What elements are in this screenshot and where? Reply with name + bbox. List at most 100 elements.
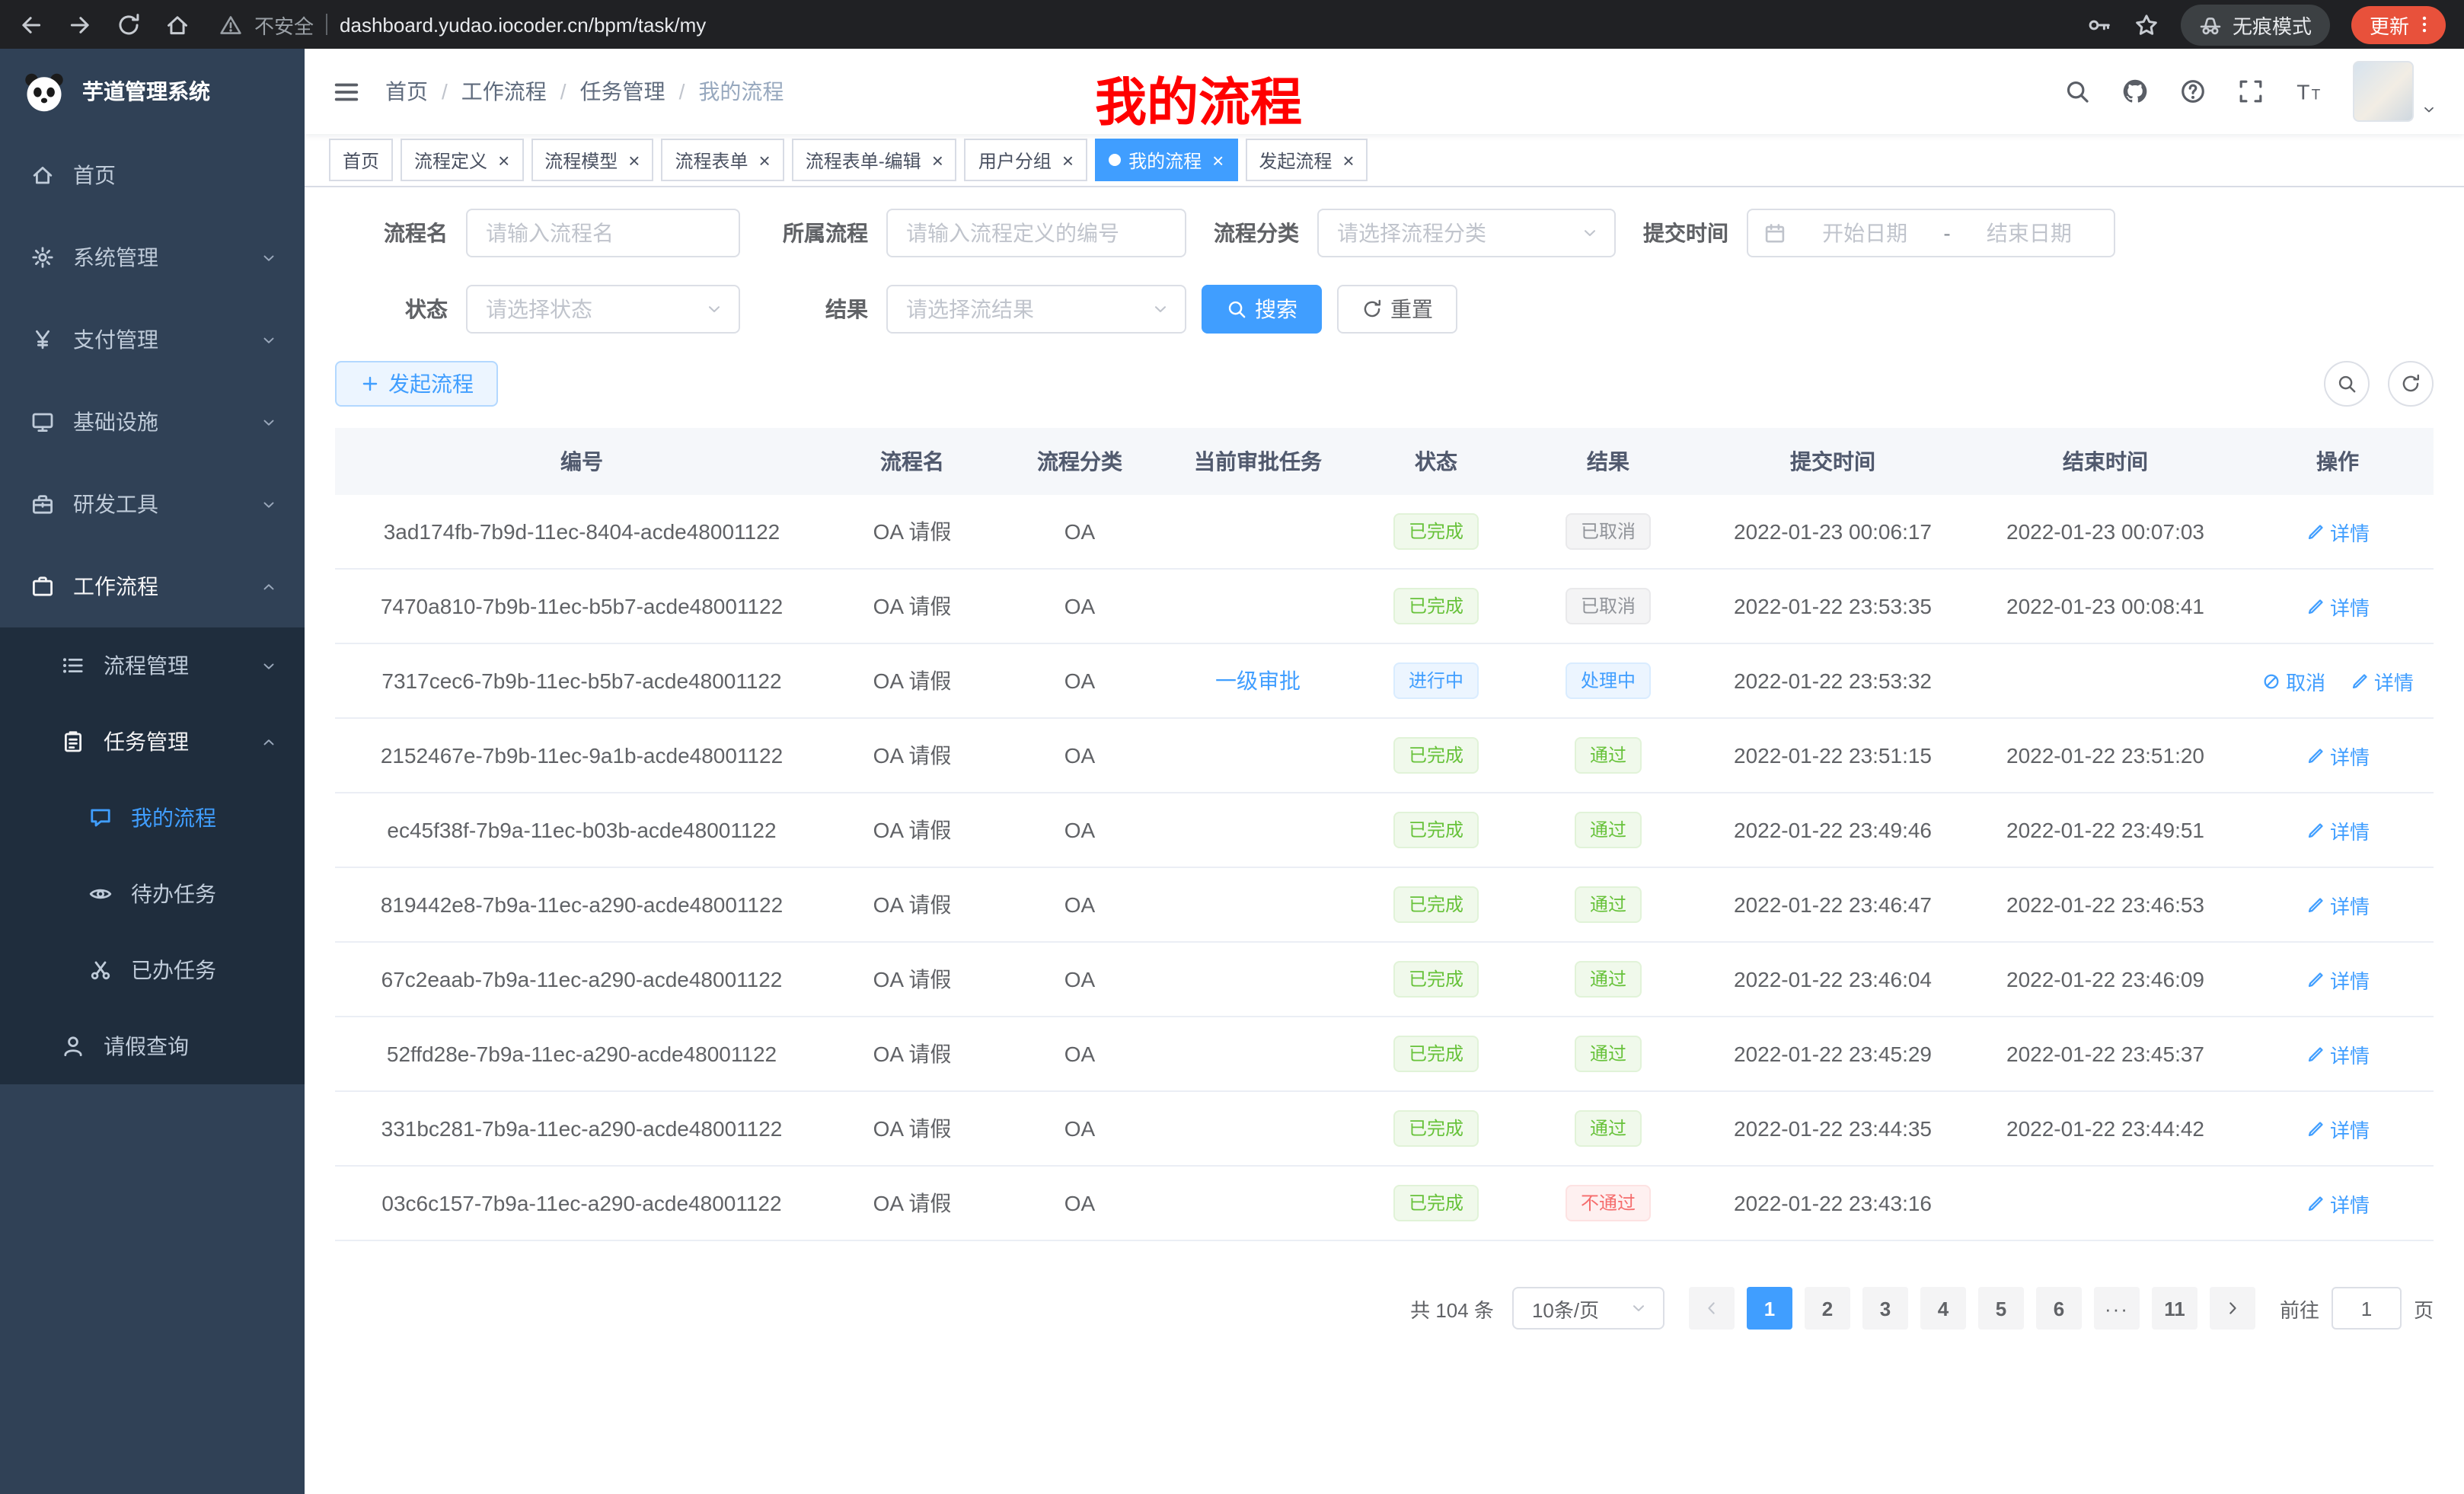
tab-close-icon[interactable]: × <box>759 150 771 170</box>
browser-home-icon[interactable] <box>164 11 190 37</box>
detail-link[interactable]: 详情 <box>2306 1039 2370 1068</box>
url-text[interactable]: dashboard.yudao.iocoder.cn/bpm/task/my <box>340 13 706 36</box>
end-date-placeholder[interactable]: 结束日期 <box>1960 218 2099 248</box>
page-button[interactable]: 6 <box>2036 1287 2082 1330</box>
fullscreen-icon[interactable] <box>2237 78 2265 105</box>
current-task-link[interactable]: 一级审批 <box>1215 669 1301 693</box>
tab[interactable]: 发起流程 × <box>1245 139 1368 181</box>
user-menu[interactable] <box>2353 61 2437 122</box>
process-name-input[interactable] <box>466 209 740 257</box>
sidebar-item[interactable]: 任务管理 <box>0 704 305 780</box>
tab-close-icon[interactable]: × <box>628 150 640 170</box>
tab[interactable]: 流程定义 × <box>401 139 523 181</box>
detail-link[interactable]: 详情 <box>2306 965 2370 994</box>
sidebar-item[interactable]: 工作流程 <box>0 545 305 627</box>
forward-icon[interactable] <box>67 11 93 37</box>
cell-actions: 详情 <box>2242 793 2434 867</box>
table-refresh-button[interactable] <box>2388 361 2434 407</box>
sidebar-item[interactable]: 支付管理 <box>0 298 305 381</box>
create-process-button[interactable]: 发起流程 <box>335 361 498 407</box>
font-size-icon[interactable]: TT <box>2295 78 2322 105</box>
detail-link[interactable]: 详情 <box>2306 816 2370 844</box>
status-select[interactable]: 请选择状态 <box>466 285 740 334</box>
tab[interactable]: 首页 <box>329 139 393 181</box>
submit-time-label: 提交时间 <box>1616 218 1747 248</box>
result-placeholder: 请选择流结果 <box>906 294 1034 324</box>
sidebar-item[interactable]: 首页 <box>0 134 305 216</box>
help-icon[interactable] <box>2179 78 2207 105</box>
avatar[interactable] <box>2353 61 2414 122</box>
password-key-icon[interactable] <box>2086 11 2112 37</box>
submit-time-range-picker[interactable]: 开始日期 - 结束日期 <box>1747 209 2115 257</box>
goto-unit: 页 <box>2414 1294 2434 1323</box>
detail-link[interactable]: 详情 <box>2306 592 2370 621</box>
sidebar-item[interactable]: 已办任务 <box>0 932 305 1008</box>
next-page-button[interactable] <box>2210 1287 2255 1330</box>
table-tools <box>2324 361 2434 407</box>
sidebar-item[interactable]: 请假查询 <box>0 1008 305 1084</box>
address-bar[interactable]: 不安全 dashboard.yudao.iocoder.cn/bpm/task/… <box>219 10 706 39</box>
page-button[interactable]: 4 <box>1920 1287 1966 1330</box>
sidebar-item[interactable]: 待办任务 <box>0 856 305 932</box>
search-icon[interactable] <box>2063 78 2091 105</box>
tab-label: 发起流程 <box>1259 147 1332 173</box>
detail-link[interactable]: 详情 <box>2350 666 2414 695</box>
sidebar-item[interactable]: 基础设施 <box>0 381 305 463</box>
page-button[interactable]: 11 <box>2152 1287 2197 1330</box>
hamburger-icon[interactable] <box>332 77 361 106</box>
page-button[interactable]: ··· <box>2094 1287 2140 1330</box>
reset-button[interactable]: 重置 <box>1337 285 1457 334</box>
detail-link[interactable]: 详情 <box>2306 741 2370 770</box>
kebab-menu-icon[interactable] <box>2414 14 2435 35</box>
table-search-toggle-button[interactable] <box>2324 361 2370 407</box>
tab-close-icon[interactable]: × <box>932 150 943 170</box>
parent-process-input[interactable] <box>886 209 1186 257</box>
breadcrumb-item[interactable]: 工作流程 <box>461 76 547 107</box>
detail-link[interactable]: 详情 <box>2306 1114 2370 1143</box>
tab-close-icon[interactable]: × <box>498 150 509 170</box>
tab[interactable]: 流程模型 × <box>531 139 653 181</box>
category-select[interactable]: 请选择流程分类 <box>1317 209 1616 257</box>
search-button[interactable]: 搜索 <box>1202 285 1322 334</box>
page-button[interactable]: 3 <box>1862 1287 1908 1330</box>
page-button[interactable]: 5 <box>1978 1287 2024 1330</box>
tab[interactable]: 用户分组 × <box>965 139 1087 181</box>
github-icon[interactable] <box>2121 78 2149 105</box>
cell-process-id: 52ffd28e-7b9a-11ec-a290-acde48001122 <box>335 1017 828 1091</box>
detail-link[interactable]: 详情 <box>2306 890 2370 919</box>
cancel-link[interactable]: 取消 <box>2261 666 2325 695</box>
table-row: 819442e8-7b9a-11ec-a290-acde48001122 OA … <box>335 867 2434 942</box>
yen-icon <box>30 327 55 352</box>
detail-link[interactable]: 详情 <box>2306 1189 2370 1218</box>
breadcrumb-item[interactable]: 首页 <box>385 76 428 107</box>
tab-close-icon[interactable]: × <box>1342 150 1354 170</box>
toolbar: 发起流程 <box>335 361 2434 407</box>
tab[interactable]: 流程表单 × <box>661 139 784 181</box>
tab-close-icon[interactable]: × <box>1062 150 1074 170</box>
goto-page-input[interactable] <box>2332 1287 2402 1330</box>
page-size-select[interactable]: 10条/页 <box>1512 1287 1664 1330</box>
browser-right-cluster: 无痕模式 更新 <box>2086 4 2446 45</box>
reload-icon[interactable] <box>116 11 142 37</box>
sidebar-item[interactable]: 流程管理 <box>0 627 305 704</box>
start-date-placeholder[interactable]: 开始日期 <box>1795 218 1934 248</box>
page-button[interactable]: 1 <box>1747 1287 1792 1330</box>
result-select[interactable]: 请选择流结果 <box>886 285 1186 334</box>
breadcrumb-item[interactable]: 任务管理 <box>580 76 665 107</box>
browser-update-button[interactable]: 更新 <box>2351 5 2446 43</box>
prev-page-button[interactable] <box>1689 1287 1735 1330</box>
result-badge: 已取消 <box>1566 588 1651 624</box>
cell-result: 通过 <box>1520 793 1696 867</box>
detail-link[interactable]: 详情 <box>2306 517 2370 546</box>
page-button[interactable]: 2 <box>1805 1287 1850 1330</box>
tab[interactable]: 流程表单-编辑 × <box>792 139 957 181</box>
back-icon[interactable] <box>18 11 44 37</box>
bookmark-star-icon[interactable] <box>2134 11 2159 37</box>
sidebar-item[interactable]: 研发工具 <box>0 463 305 545</box>
tab[interactable]: 我的流程 × <box>1095 139 1237 181</box>
breadcrumb-item[interactable]: 我的流程 <box>698 76 784 107</box>
detail-edit-icon <box>2350 671 2370 691</box>
sidebar-item[interactable]: 我的流程 <box>0 780 305 856</box>
sidebar-item[interactable]: 系统管理 <box>0 216 305 298</box>
tab-close-icon[interactable]: × <box>1212 150 1224 170</box>
